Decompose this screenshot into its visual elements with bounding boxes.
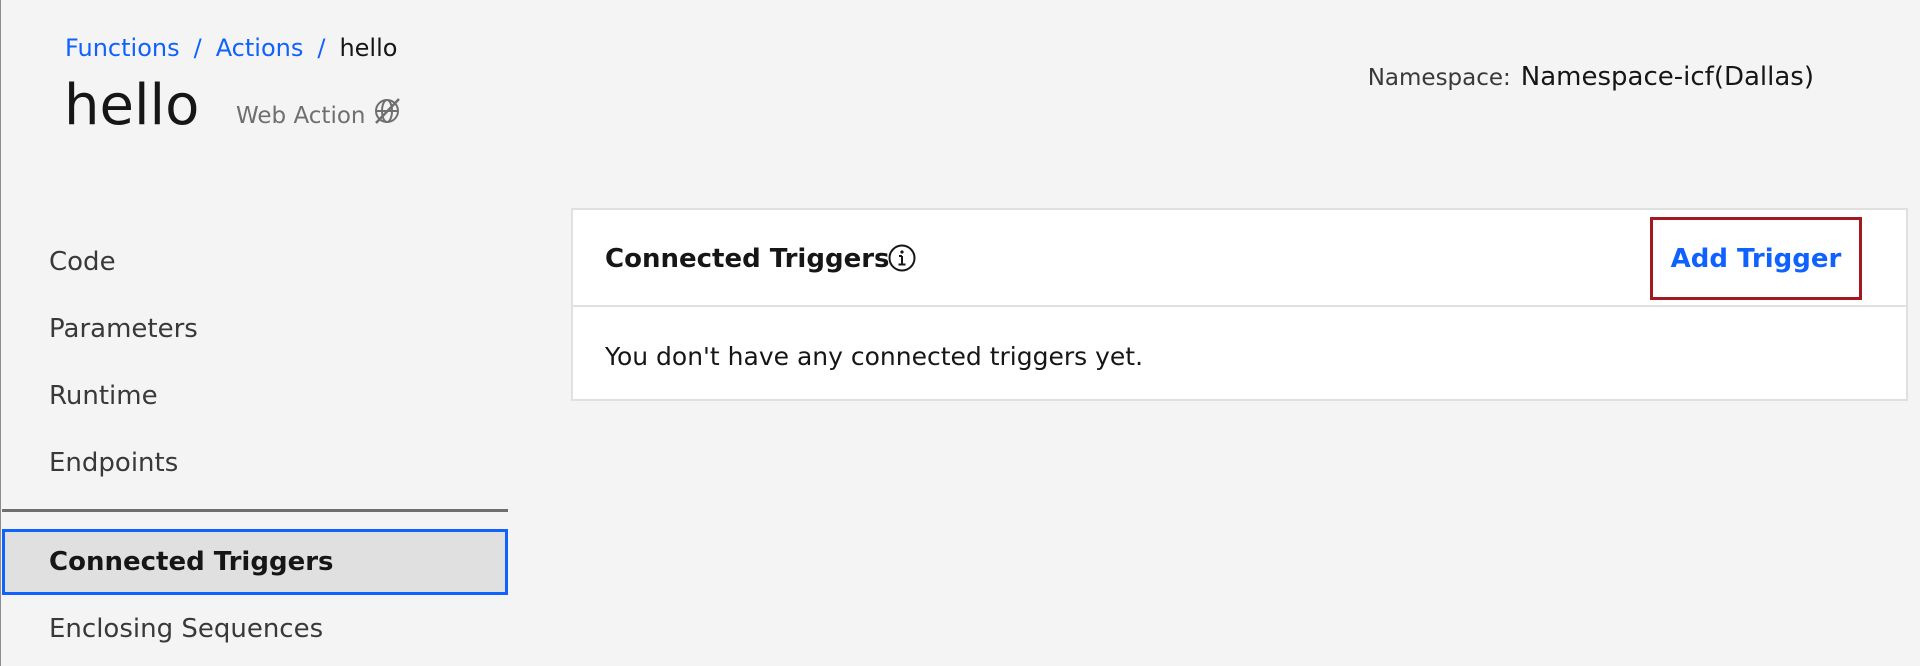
panel-header: Connected Triggers Add Trigger — [573, 210, 1906, 307]
page: Functions / Actions / hello hello Web Ac… — [0, 0, 1920, 666]
sidebar-item-enclosing-sequences[interactable]: Enclosing Sequences — [0, 595, 508, 662]
sidebar-item-endpoints[interactable]: Endpoints — [0, 429, 508, 496]
sidebar-item-connected-triggers[interactable]: Connected Triggers — [2, 529, 508, 595]
empty-state-message: You don't have any connected triggers ye… — [605, 342, 1144, 371]
web-action-label: Web Action — [236, 102, 366, 129]
side-nav: Code Parameters Runtime Endpoints Connec… — [0, 228, 508, 662]
add-trigger-button[interactable]: Add Trigger — [1650, 217, 1862, 300]
breadcrumb-current: hello — [339, 34, 398, 62]
connected-triggers-panel: Connected Triggers Add Trigger You don't… — [571, 208, 1908, 401]
panel-title: Connected Triggers — [605, 244, 890, 274]
web-action-status: Web Action — [236, 96, 402, 135]
sidebar-item-runtime[interactable]: Runtime — [0, 362, 508, 429]
sidebar-item-parameters[interactable]: Parameters — [0, 295, 508, 362]
namespace-info: Namespace: Namespace-icf(Dallas) — [1368, 60, 1814, 95]
page-title: hello — [64, 73, 200, 138]
info-icon[interactable] — [887, 243, 917, 277]
breadcrumb: Functions / Actions / hello — [65, 32, 397, 64]
sidebar-divider — [2, 509, 508, 512]
breadcrumb-functions-link[interactable]: Functions — [65, 32, 180, 64]
breadcrumb-separator: / — [193, 34, 202, 62]
breadcrumb-separator: / — [317, 34, 326, 62]
namespace-label: Namespace: — [1367, 65, 1511, 91]
web-action-disabled-icon — [366, 96, 402, 135]
breadcrumb-actions-link[interactable]: Actions — [216, 32, 304, 64]
sidebar-item-code[interactable]: Code — [0, 228, 508, 295]
namespace-value: Namespace-icf(Dallas) — [1520, 62, 1814, 92]
